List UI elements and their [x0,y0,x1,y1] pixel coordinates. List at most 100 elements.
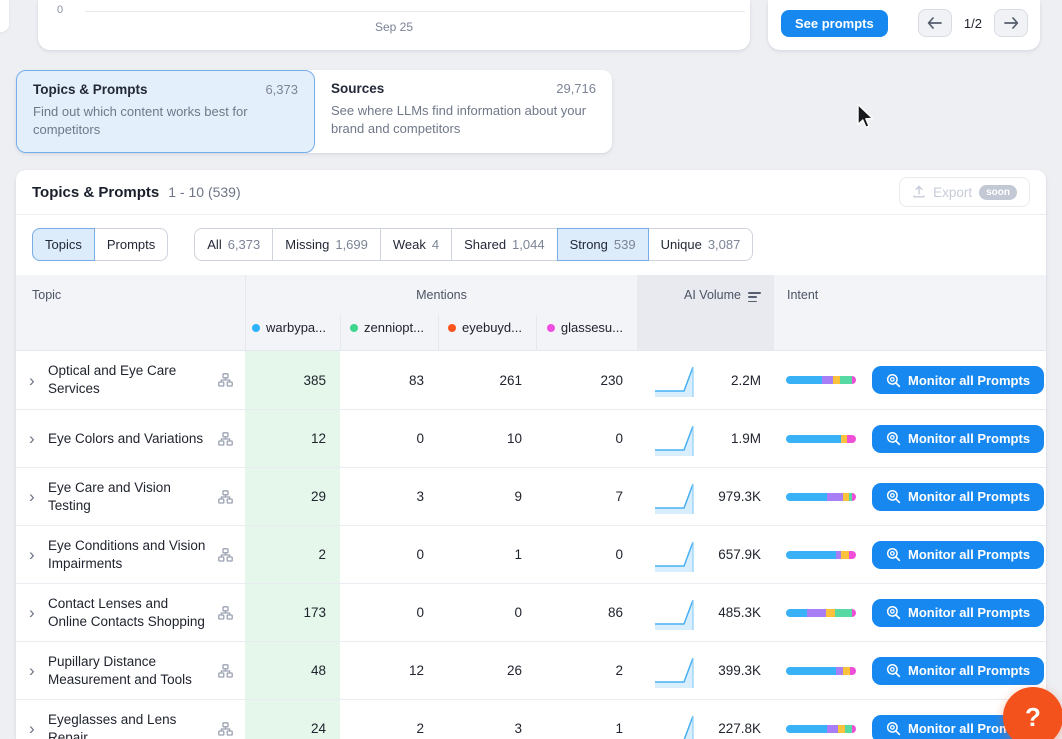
intent-distribution-bar[interactable] [786,493,856,501]
competitor-label: zenniopt... [364,320,424,335]
mention-cell-4: 1 [536,700,637,739]
filter-all[interactable]: All6,373 [194,228,273,261]
table-row: › Contact Lenses and Online Contacts Sho… [16,583,1046,641]
competitor-label: warbypa... [266,320,326,335]
ai-volume-cell: 399.3K [637,642,773,699]
export-label: Export [933,185,972,200]
tab-card-topics-prompts[interactable]: Topics & Prompts 6,373 Find out which co… [16,70,315,153]
column-header-competitor-1[interactable]: warbypa... [245,315,340,350]
mention-cell-3: 9 [438,468,536,525]
monitor-all-prompts-button[interactable]: Monitor all Prompts [872,657,1044,685]
topic-link[interactable]: Eye Care and Vision Testing [48,479,210,515]
filter-unique[interactable]: Unique3,087 [648,228,754,261]
monitor-all-prompts-button[interactable]: Monitor all Prompts [872,541,1044,569]
prev-page-button[interactable] [918,9,952,37]
column-header-competitor-3[interactable]: eyebuyd... [438,315,536,350]
panel-range: 1 - 10 (539) [168,184,240,200]
mention-cell-2: 2 [340,700,438,739]
topic-cell: › Optical and Eye Care Services [16,351,245,409]
soon-badge: soon [979,185,1017,200]
filter-strong[interactable]: Strong539 [557,228,649,261]
mention-cell-3: 261 [438,351,536,409]
ai-volume-value: 979.3K [718,489,761,504]
volume-sparkline [654,653,700,689]
subtopics-tree-icon[interactable] [218,606,233,620]
tab-card-sources[interactable]: Sources 29,716 See where LLMs find infor… [315,70,612,153]
intent-cell: Monitor all Prompts [773,425,1046,453]
monitor-all-prompts-button[interactable]: Monitor all Prompts [872,366,1044,394]
column-header-intent: Intent [773,275,1046,350]
topic-link[interactable]: Eye Conditions and Vision Impairments [48,537,210,573]
pagination: 1/2 [918,9,1028,37]
column-header-ai-volume[interactable]: AI Volume [637,275,773,350]
expand-chevron-icon[interactable]: › [29,430,42,447]
monitor-all-prompts-button[interactable]: Monitor all Prompts [872,599,1044,627]
intent-distribution-bar[interactable] [786,435,856,443]
topic-link[interactable]: Eyeglasses and Lens Repair [48,711,210,739]
ai-volume-cell: 2.2M [637,351,773,409]
mention-cell-1: 173 [245,584,340,641]
topic-cell: › Eyeglasses and Lens Repair [16,700,245,739]
competitor-dot [547,324,555,332]
topic-link[interactable]: Contact Lenses and Online Contacts Shopp… [48,595,210,631]
x-axis-tick-label: Sep 25 [38,20,750,34]
filter-missing[interactable]: Missing1,699 [272,228,381,261]
intent-distribution-bar[interactable] [786,725,856,733]
panel-title: Topics & Prompts [32,184,159,201]
volume-sparkline [654,479,700,515]
expand-chevron-icon[interactable]: › [29,604,42,621]
prompts-pager-card: See prompts 1/2 [768,0,1040,50]
chart-baseline [85,11,745,12]
column-header-mentions: Mentions [245,275,637,315]
ai-volume-value: 399.3K [718,663,761,678]
help-button[interactable]: ? [1003,687,1062,739]
tab-card-count: 29,716 [556,81,596,96]
intent-distribution-bar[interactable] [786,667,856,675]
subtopics-tree-icon[interactable] [218,548,233,562]
subtopics-tree-icon[interactable] [218,664,233,678]
monitor-all-prompts-button[interactable]: Monitor all Prompts [872,425,1044,453]
column-header-competitor-2[interactable]: zenniopt... [340,315,438,350]
trend-chart-card: 0 Sep 25 [38,0,750,50]
filter-weak[interactable]: Weak4 [380,228,452,261]
topic-link[interactable]: Eye Colors and Variations [48,430,210,448]
filter-shared[interactable]: Shared1,044 [451,228,557,261]
intent-cell: Monitor all Prompts [773,541,1046,569]
mention-cell-2: 3 [340,468,438,525]
volume-sparkline [654,711,700,739]
intent-distribution-bar[interactable] [786,551,856,559]
next-page-button[interactable] [994,9,1028,37]
volume-sparkline [654,537,700,573]
intent-cell: Monitor all Prompts [773,483,1046,511]
column-header-competitor-4[interactable]: glassesu... [536,315,637,350]
subtopics-tree-icon[interactable] [218,722,233,736]
subtopics-tree-icon[interactable] [218,490,233,504]
expand-chevron-icon[interactable]: › [29,488,42,505]
mention-cell-1: 385 [245,351,340,409]
topic-link[interactable]: Optical and Eye Care Services [48,362,210,398]
expand-chevron-icon[interactable]: › [29,720,42,737]
intent-distribution-bar[interactable] [786,376,856,384]
ai-volume-value: 1.9M [731,431,761,446]
subtopics-tree-icon[interactable] [218,432,233,446]
toggle-prompts[interactable]: Prompts [94,228,168,261]
intent-distribution-bar[interactable] [786,609,856,617]
subtopics-tree-icon[interactable] [218,373,233,387]
sort-descending-icon [748,288,761,302]
volume-sparkline [654,595,700,631]
mention-cell-1: 12 [245,410,340,467]
arrow-left-icon [927,17,942,29]
tab-card-title: Topics & Prompts [33,82,148,97]
expand-chevron-icon[interactable]: › [29,662,42,679]
export-button[interactable]: Export soon [899,177,1030,207]
expand-chevron-icon[interactable]: › [29,372,42,389]
see-prompts-button[interactable]: See prompts [781,10,888,37]
ai-volume-value: 657.9K [718,547,761,562]
adjacent-card-edge [0,0,9,32]
monitor-button-label: Monitor all Prompts [908,663,1030,678]
monitor-all-prompts-button[interactable]: Monitor all Prompts [872,483,1044,511]
topic-link[interactable]: Pupillary Distance Measurement and Tools [48,653,210,689]
toggle-topics[interactable]: Topics [32,228,95,261]
expand-chevron-icon[interactable]: › [29,546,42,563]
intent-cell: Monitor all Prompts [773,657,1046,685]
